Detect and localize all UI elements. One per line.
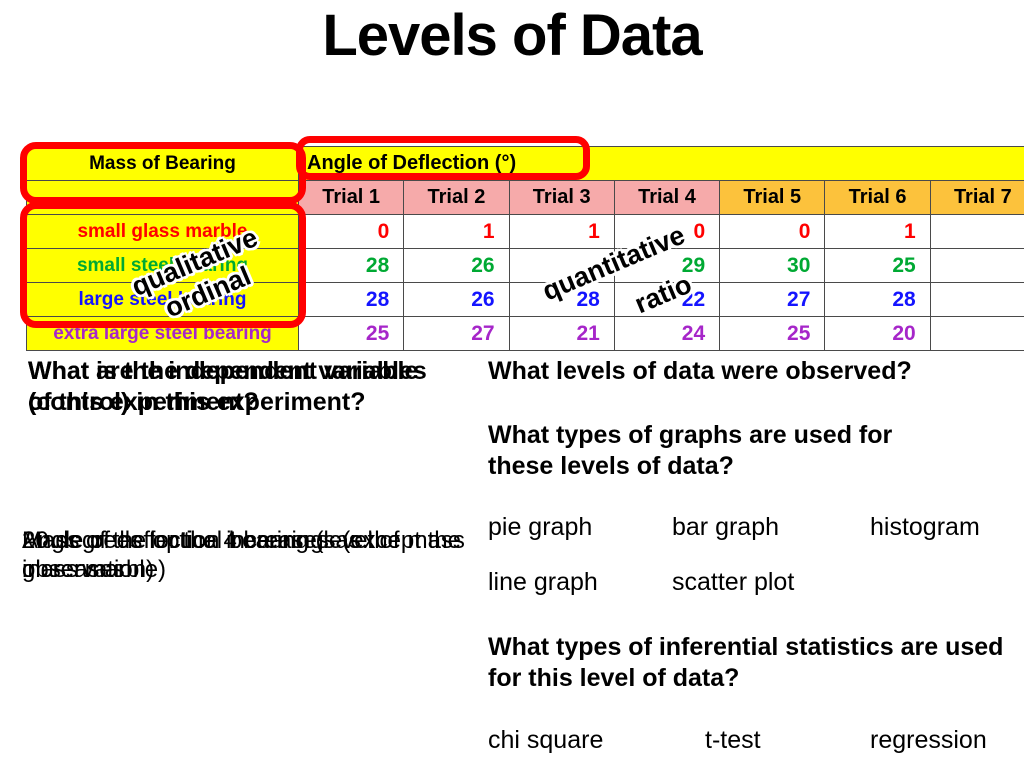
banner-mass-of-bearing: Mass of Bearing bbox=[26, 146, 299, 181]
left-answer-layer-3: Mass of the optical bearing (level of ob… bbox=[22, 527, 400, 584]
graph-type-histogram: histogram bbox=[870, 513, 980, 541]
column-header-trial-6: Trial 6 bbox=[824, 180, 931, 215]
graph-type-line-graph: line graph bbox=[488, 568, 598, 596]
slide-canvas: Levels of Data Mass of Bearing Angle of … bbox=[0, 0, 1024, 768]
column-header-trial-5: Trial 5 bbox=[719, 180, 826, 215]
cell-r1-c0: 28 bbox=[297, 248, 405, 283]
cell-r3-c3: 24 bbox=[613, 316, 721, 351]
cell-r3-c5: 20 bbox=[824, 316, 931, 351]
table-row: small glass marble 0 1 1 0 0 1 bbox=[26, 214, 1024, 249]
cell-r0-c5: 1 bbox=[824, 214, 931, 249]
column-header-trial-1: Trial 1 bbox=[297, 180, 405, 215]
cell-r1-c4: 30 bbox=[719, 248, 826, 283]
cell-r3-c1: 27 bbox=[403, 316, 510, 351]
table-header-row: Trial 1 Trial 2 Trial 3 Trial 4 Trial 5 … bbox=[26, 180, 1024, 215]
header-row-label-blank bbox=[26, 180, 299, 215]
page-title: Levels of Data bbox=[322, 3, 702, 68]
cell-r2-c5: 28 bbox=[824, 282, 931, 317]
cell-r0-c4: 0 bbox=[719, 214, 826, 249]
cell-r3-c4: 25 bbox=[719, 316, 826, 351]
graph-type-bar-graph: bar graph bbox=[672, 513, 780, 541]
graph-type-scatter-plot: scatter plot bbox=[672, 568, 795, 596]
cell-r3-c6 bbox=[929, 316, 1024, 351]
right-question-graph-types: What types of graphs are used for these … bbox=[488, 421, 893, 480]
column-header-trial-7: Trial 7 bbox=[929, 180, 1024, 215]
cell-r2-c4: 27 bbox=[719, 282, 826, 317]
cell-r1-c1: 26 bbox=[403, 248, 510, 283]
stat-type-chi-square: chi square bbox=[488, 726, 604, 754]
cell-r0-c6 bbox=[929, 214, 1024, 249]
left-question-layer-2: What are the dependent variables (contro… bbox=[28, 357, 427, 416]
cell-r1-c5: 25 bbox=[824, 248, 931, 283]
column-header-trial-4: Trial 4 bbox=[613, 180, 721, 215]
cell-r2-c6 bbox=[929, 282, 1024, 317]
cell-r0-c2: 1 bbox=[508, 214, 615, 249]
stat-type-t-test: t-test bbox=[705, 726, 761, 754]
stat-type-regression: regression bbox=[870, 726, 987, 754]
cell-r0-c0: 0 bbox=[297, 214, 405, 249]
banner-angle-of-deflection: Angle of Deflection (°) bbox=[298, 146, 1024, 181]
cell-r2-c1: 26 bbox=[403, 282, 510, 317]
cell-r3-c0: 25 bbox=[297, 316, 405, 351]
cell-r0-c1: 1 bbox=[403, 214, 510, 249]
column-header-trial-2: Trial 2 bbox=[403, 180, 510, 215]
table-banner-row: Mass of Bearing Angle of Deflection (°) bbox=[26, 146, 1024, 181]
column-header-trial-3: Trial 3 bbox=[508, 180, 615, 215]
cell-r1-c6 bbox=[929, 248, 1024, 283]
right-question-inferential-statistics: What types of inferential statistics are… bbox=[488, 633, 1004, 692]
cell-r3-c2: 21 bbox=[508, 316, 615, 351]
graph-type-pie-graph: pie graph bbox=[488, 513, 593, 541]
right-question-levels-of-data: What levels of data were observed? bbox=[488, 357, 912, 385]
row-label-extra-large-steel-bearing: extra large steel bearing bbox=[26, 316, 299, 351]
cell-r2-c0: 28 bbox=[297, 282, 405, 317]
